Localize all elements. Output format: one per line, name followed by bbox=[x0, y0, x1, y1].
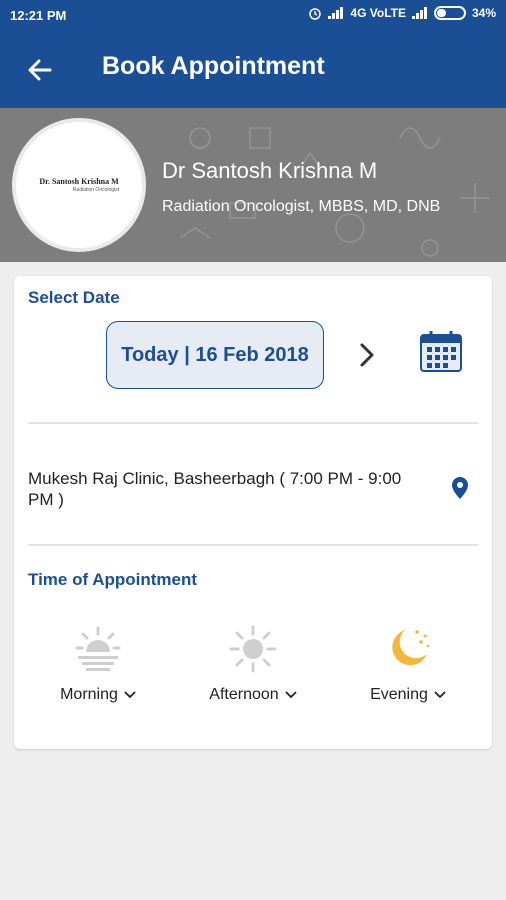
network-label: 4G VoLTE bbox=[350, 6, 406, 20]
sun-icon bbox=[229, 625, 277, 673]
status-bar: 12:21 PM 4G VoLTE 34% bbox=[0, 0, 506, 30]
app-bar: Book Appointment bbox=[0, 30, 506, 108]
moon-icon bbox=[392, 630, 430, 666]
chevron-down-icon bbox=[124, 691, 136, 699]
select-date-title: Select Date bbox=[28, 288, 120, 307]
clinic-info[interactable]: Mukesh Raj Clinic, Basheerbagh ( 7:00 PM… bbox=[28, 468, 418, 510]
booking-card: Select Date Today | 16 Feb 2018 Mukesh R… bbox=[14, 276, 492, 749]
location-pin-icon[interactable] bbox=[451, 476, 469, 500]
divider bbox=[28, 544, 478, 546]
battery-label: 34% bbox=[471, 6, 496, 20]
status-time: 12:21 PM bbox=[10, 8, 67, 23]
back-arrow-icon[interactable] bbox=[24, 54, 56, 86]
doctor-logo: Dr. Santosh Krishna M Radiation Oncologi… bbox=[12, 118, 146, 252]
doctor-banner: Dr. Santosh Krishna M Radiation Oncologi… bbox=[0, 108, 506, 262]
calendar-icon[interactable] bbox=[418, 328, 464, 374]
next-date-icon[interactable] bbox=[352, 340, 382, 370]
doctor-name: Dr Santosh Krishna M bbox=[162, 158, 378, 183]
signal-icon-2 bbox=[411, 7, 427, 19]
sunrise-icon bbox=[75, 626, 121, 671]
slot-label: Afternoon bbox=[209, 686, 297, 704]
chevron-down-icon bbox=[285, 691, 297, 699]
logo-subtitle: Radiation Oncologist bbox=[72, 187, 120, 193]
signal-icon bbox=[328, 7, 344, 19]
slot-afternoon[interactable]: Afternoon bbox=[193, 624, 313, 714]
slot-label: Morning bbox=[60, 686, 136, 704]
slot-evening[interactable]: Evening bbox=[348, 624, 468, 714]
chevron-down-icon bbox=[434, 691, 446, 699]
logo-name: Dr. Santosh Krishna M bbox=[39, 177, 119, 186]
battery-icon bbox=[433, 6, 466, 20]
alarm-icon bbox=[309, 8, 322, 20]
time-of-appointment-title: Time of Appointment bbox=[28, 570, 198, 589]
page-title: Book Appointment bbox=[102, 52, 325, 80]
slot-label: Evening bbox=[370, 686, 446, 704]
doctor-specialization: Radiation Oncologist, MBBS, MD, DNB bbox=[162, 198, 441, 215]
slot-morning[interactable]: Morning bbox=[38, 624, 158, 714]
divider bbox=[28, 422, 478, 424]
date-selector-button[interactable]: Today | 16 Feb 2018 bbox=[106, 321, 324, 389]
status-icons: 4G VoLTE 34% bbox=[308, 6, 496, 20]
